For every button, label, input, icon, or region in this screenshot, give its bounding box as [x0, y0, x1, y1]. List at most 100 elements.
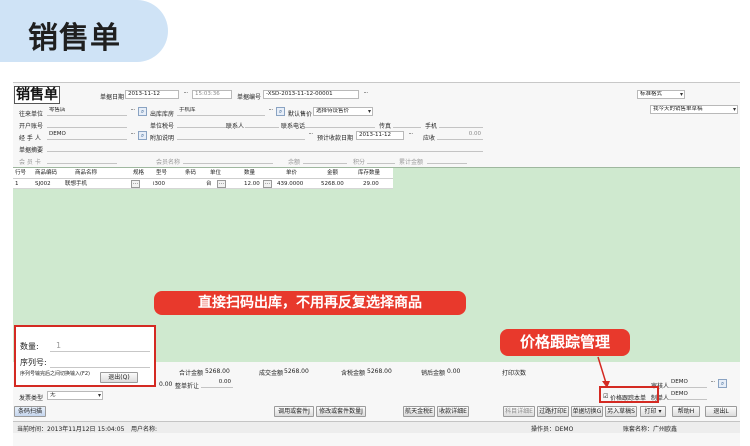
number-label: 单据编号 [237, 94, 262, 101]
handler-search-icon[interactable]: ⌕ [138, 131, 147, 140]
row-amount: 5268.00 [321, 181, 344, 187]
fax-label: 传真 [379, 123, 392, 130]
scan-qty-field[interactable]: 1 [56, 341, 61, 350]
phone-field[interactable] [305, 119, 375, 128]
date-label: 单据日期 [100, 94, 125, 101]
summary-field[interactable] [47, 143, 483, 152]
member-field[interactable] [47, 155, 117, 164]
amount-field[interactable] [427, 155, 467, 164]
customer-search-icon[interactable]: ⌕ [138, 107, 147, 116]
single-switch-button[interactable]: 单据切换G [571, 406, 603, 417]
col-unit: 单位 [210, 170, 222, 176]
print-prev-button[interactable]: 过路打印E [537, 406, 569, 417]
col-row-no: 行号 [15, 170, 27, 176]
col-price: 单价 [286, 170, 298, 176]
mobile-field[interactable] [439, 119, 483, 128]
customer-label: 往来单位 [19, 111, 44, 118]
status-account: 账套名称：广州欧鑫 [623, 426, 678, 433]
unit-picker-icon[interactable]: ··· [217, 180, 226, 188]
member-name-label: 会员名称 [156, 159, 181, 166]
format-select[interactable]: 标准格式 [637, 90, 685, 99]
fax-field[interactable] [393, 119, 421, 128]
deal-amount-value: 5268.00 [284, 368, 309, 375]
customer-picker-icon[interactable]: ··· [128, 108, 137, 116]
scan-qty-label: 数量: [20, 342, 39, 351]
number-field[interactable]: -XSD-2013-11-12-00001 [263, 90, 359, 99]
item-detail-button[interactable]: 科目详细E [503, 406, 535, 417]
import-order-button[interactable]: 调用或套件J [274, 406, 314, 417]
warehouse-label: 出库库房 [150, 111, 175, 118]
note-field[interactable] [177, 131, 305, 140]
maker-field[interactable]: DEMO [669, 391, 707, 400]
points-field[interactable] [367, 155, 395, 164]
chevron-down-icon: ▾ [658, 408, 662, 415]
status-bar: 当前时间：2013年11月12日 15:04:05 用户名称: 操作员：DEMO… [13, 421, 740, 433]
invoice-select[interactable]: 无 [47, 391, 103, 400]
reviewer-field[interactable]: DEMO [669, 379, 707, 388]
grid-header: 行号 商品编码 商品名称 规格 型号 条码 单位 数量 单价 金额 库存数量 [13, 168, 393, 179]
deal-amount-label: 成交金额 [259, 370, 284, 377]
apply-pay-button[interactable]: 航天金税E [403, 406, 435, 417]
scan-button[interactable]: 条码扫描 [14, 406, 46, 417]
account-label: 开户账号 [19, 123, 44, 130]
whole-discount-field[interactable]: 0.00 [201, 379, 233, 388]
handler-picker-icon[interactable]: ··· [128, 132, 137, 140]
amount-label: 累计金额 [399, 159, 424, 166]
handler-field[interactable]: DEMO [47, 131, 127, 140]
time-field[interactable]: 15:03:36 [192, 90, 232, 99]
print-template-select[interactable]: 我今天的销售单草稿 [650, 105, 738, 114]
discount-amount-label: 销后金额 [421, 370, 446, 377]
account-field[interactable] [47, 119, 127, 128]
help-button[interactable]: 帮助H [672, 406, 700, 417]
number-picker-icon[interactable]: ··· [361, 91, 370, 99]
mobile-label: 手机 [425, 123, 438, 130]
reviewer-picker-icon[interactable]: ··· [708, 380, 717, 388]
col-stock: 库存数量 [358, 170, 381, 176]
discount-amount-value: 0.00 [447, 368, 461, 375]
row-no: 1 [15, 181, 19, 187]
due-field[interactable]: 2013-11-12 [356, 131, 404, 140]
document-title: 销售单 [14, 86, 60, 104]
modify-order-button[interactable]: 修改或套件数量J [316, 406, 366, 417]
qty-picker-icon[interactable]: ··· [263, 180, 272, 188]
row-price: 439.0000 [277, 181, 304, 187]
warehouse-field[interactable]: 手机库 [177, 107, 265, 116]
due-picker-icon[interactable]: ··· [406, 132, 415, 140]
price-select[interactable]: 选择待设售价 [313, 107, 373, 116]
date-field[interactable]: 2013-11-12 [125, 90, 179, 99]
total-amount-label: 合计金额 [179, 370, 204, 377]
total-amount-value: 5268.00 [205, 368, 230, 375]
row-picker-icon[interactable]: ··· [131, 180, 140, 188]
scan-hint: 序列号输完后之间切换输入(F2) [20, 371, 90, 377]
price-detail-button[interactable]: 收款详细E [437, 406, 469, 417]
summary-label: 单据摘要 [19, 147, 44, 154]
date-picker-icon[interactable]: ··· [181, 91, 190, 99]
col-name: 商品名称 [75, 170, 98, 176]
col-code: 商品编码 [35, 170, 58, 176]
col-amount: 金额 [327, 170, 339, 176]
warehouse-picker-icon[interactable]: ··· [266, 108, 275, 116]
balance-field[interactable] [303, 155, 347, 164]
row-stock: 29.00 [363, 181, 379, 187]
row-name: 联想手机 [65, 181, 88, 187]
exit-button[interactable]: 退出L [705, 406, 737, 417]
contact-field[interactable] [245, 119, 279, 128]
col-barcode: 条码 [185, 170, 197, 176]
scan-exit-button[interactable]: 退出(Q) [100, 372, 138, 383]
row-unit: 台 [206, 181, 212, 187]
table-row[interactable]: 1 SJ002 联想手机 ··· i300 台 ··· 12.00 ··· 43… [13, 179, 393, 189]
save-draft-button[interactable]: 另入草稿S [605, 406, 637, 417]
warehouse-search-icon[interactable]: ⌕ [276, 107, 285, 116]
member-name-field[interactable] [183, 155, 273, 164]
balance-label: 余额 [288, 159, 301, 166]
note-picker-icon[interactable]: ··· [306, 132, 315, 140]
receipt-label: 应收 [423, 135, 436, 142]
scan-qty-underline [50, 351, 150, 352]
note-label: 附加说明 [150, 135, 175, 142]
receipt-field[interactable]: 0.00 [437, 131, 483, 140]
member-label: 会 员 卡 [19, 159, 41, 166]
print-button[interactable]: 打印 ▾ [640, 406, 666, 417]
tax-field[interactable] [177, 119, 227, 128]
customer-field[interactable]: 零售店 [47, 107, 127, 116]
reviewer-search-icon[interactable]: ⌕ [718, 379, 727, 388]
